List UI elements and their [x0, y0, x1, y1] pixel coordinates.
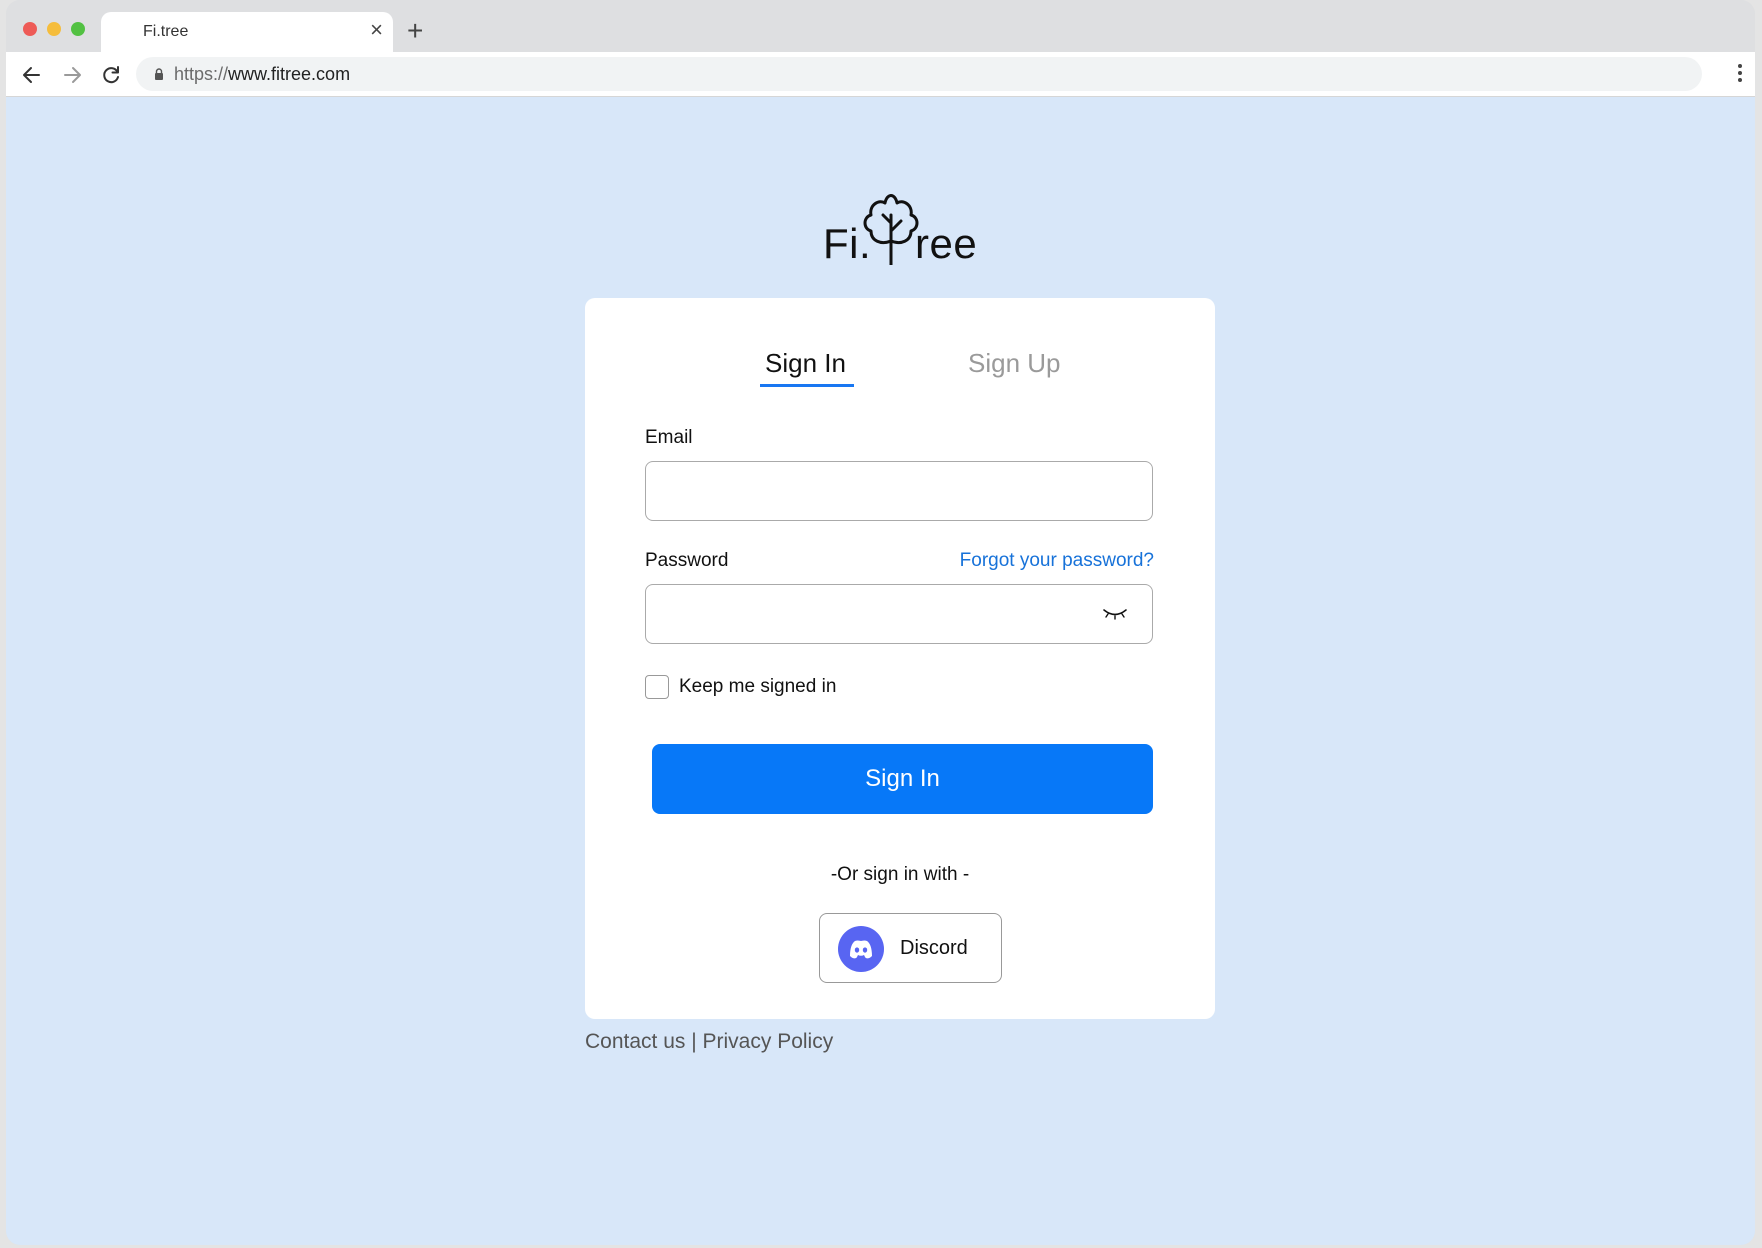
fitree-logo: Fi. ree: [823, 185, 983, 265]
close-window-button[interactable]: [23, 22, 37, 36]
tab-close-icon[interactable]: ×: [370, 18, 383, 42]
browser-tab[interactable]: Fi.tree ×: [101, 12, 393, 52]
reload-icon[interactable]: [100, 64, 122, 86]
footer-links[interactable]: Contact us | Privacy Policy: [585, 1030, 833, 1054]
kebab-menu-icon[interactable]: [1737, 64, 1743, 86]
forgot-password-link[interactable]: Forgot your password?: [960, 550, 1154, 572]
maximize-window-button[interactable]: [71, 22, 85, 36]
email-field[interactable]: [645, 461, 1153, 521]
lock-icon: [155, 68, 163, 80]
url-text: https://www.fitree.com: [174, 64, 350, 85]
eye-closed-icon[interactable]: [1102, 605, 1128, 621]
active-tab-underline: [760, 384, 854, 387]
tab-sign-in[interactable]: Sign In: [765, 348, 846, 379]
tab-sign-up[interactable]: Sign Up: [968, 348, 1061, 379]
discord-icon: [838, 926, 884, 972]
keep-signed-in-label[interactable]: Keep me signed in: [679, 676, 836, 698]
browser-window: Fi.tree × + https://www.fitree.com Fi. r…: [6, 0, 1755, 1245]
minimize-window-button[interactable]: [47, 22, 61, 36]
tab-strip: Fi.tree × +: [6, 0, 1755, 52]
signin-card: Sign In Sign Up Email Password Forgot yo…: [585, 298, 1215, 1019]
password-field[interactable]: [645, 584, 1153, 644]
address-bar[interactable]: https://www.fitree.com: [136, 57, 1702, 91]
password-label: Password: [645, 550, 729, 571]
logo-text-right: ree: [915, 220, 978, 267]
discord-button[interactable]: Discord: [819, 913, 1002, 983]
url-scheme: https://: [174, 64, 229, 84]
new-tab-button[interactable]: +: [407, 16, 423, 46]
keep-signed-in-checkbox[interactable]: [645, 675, 669, 699]
tab-title: Fi.tree: [143, 23, 189, 40]
email-label: Email: [645, 427, 693, 448]
forward-arrow-icon[interactable]: [61, 64, 83, 86]
sign-in-button[interactable]: Sign In: [652, 744, 1153, 814]
url-host: www.fitree.com: [228, 64, 351, 84]
tree-icon: [863, 194, 919, 265]
back-arrow-icon[interactable]: [21, 64, 43, 86]
browser-toolbar: https://www.fitree.com: [6, 52, 1755, 97]
page-content: Fi. ree Sign In Sign Up Email Password F…: [6, 97, 1755, 1245]
discord-label: Discord: [900, 937, 968, 959]
or-sign-in-with: -Or sign in with -: [830, 864, 970, 885]
